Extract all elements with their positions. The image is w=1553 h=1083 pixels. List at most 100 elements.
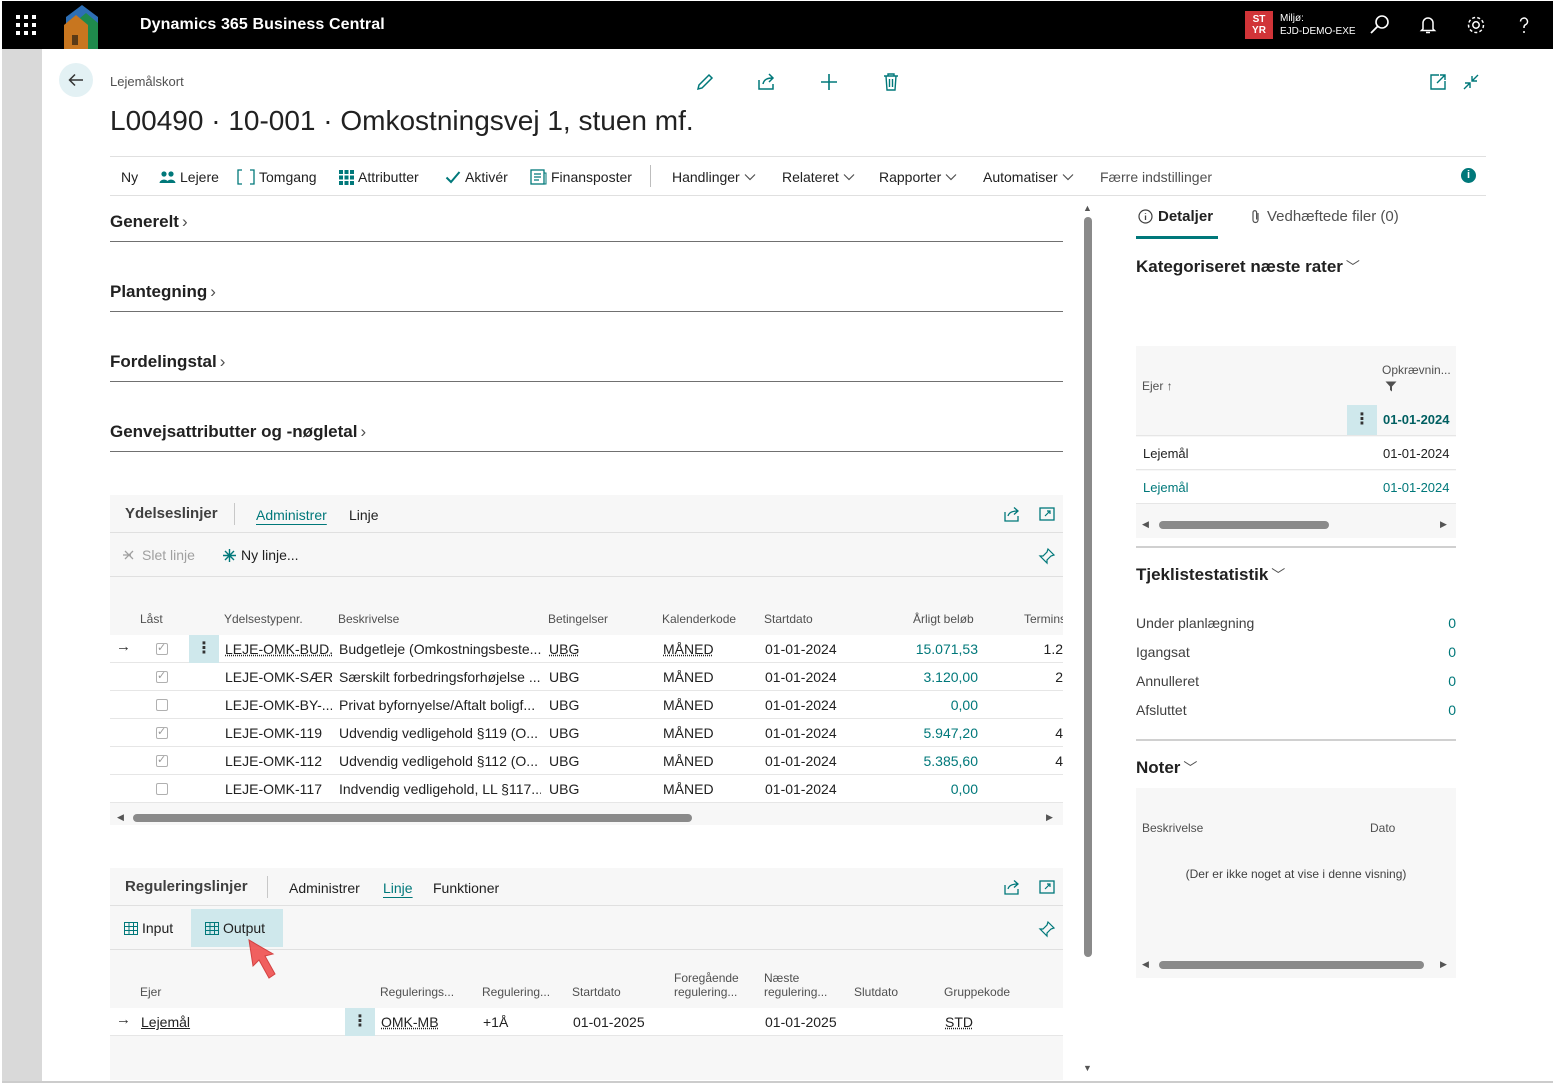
share-icon[interactable]	[756, 71, 778, 93]
tab-manage[interactable]: Administrer	[289, 880, 360, 896]
column-annual-amount[interactable]: Årligt beløb	[913, 612, 974, 626]
regulation-code-cell[interactable]: OMK-MB	[381, 1014, 461, 1030]
ledger-entries-action[interactable]: Finansposter	[530, 169, 632, 185]
owner-cell[interactable]: Lejemål	[141, 1014, 251, 1030]
locked-checkbox[interactable]	[156, 699, 168, 711]
pin-icon[interactable]	[1038, 547, 1056, 565]
table-row[interactable]: LEJE-OMK-SÆR... Særskilt forbedringsforhø…	[110, 663, 1063, 691]
automate-menu[interactable]: Automatiser	[983, 169, 1074, 185]
table-row[interactable]: LEJE-OMK-112 Udvendig vedligehold §112 (O…	[110, 747, 1063, 775]
search-icon[interactable]	[1368, 13, 1392, 37]
column-locked[interactable]: Låst	[140, 612, 163, 626]
column-term[interactable]: Termins	[1024, 612, 1063, 626]
locked-checkbox[interactable]	[156, 725, 168, 739]
scroll-down-icon[interactable]: ▼	[1083, 1063, 1092, 1073]
column-owner[interactable]: Ejer	[140, 985, 161, 999]
column-previous-regulation[interactable]: Foregående regulering...	[674, 971, 739, 999]
locked-checkbox[interactable]	[156, 783, 168, 795]
pin-icon[interactable]	[1038, 920, 1056, 938]
related-menu[interactable]: Relateret	[782, 169, 855, 185]
input-button[interactable]: Input	[124, 920, 173, 936]
scroll-thumb[interactable]	[133, 814, 692, 822]
group-code-cell[interactable]: STD	[945, 1014, 1005, 1030]
help-icon[interactable]	[1512, 13, 1536, 37]
scroll-right-icon[interactable]: ▶	[1440, 959, 1447, 970]
tab-details[interactable]: Detaljer	[1138, 208, 1213, 225]
tab-attachments[interactable]: Vedhæftede filer (0)	[1250, 208, 1399, 225]
tenants-action[interactable]: Lejere	[159, 169, 219, 185]
table-row[interactable]: LEJE-OMK-119 Udvendig vedligehold §119 (O…	[110, 719, 1063, 747]
main-vscroll[interactable]: ▲ ▼	[1083, 203, 1093, 1073]
tab-line[interactable]: Linje	[383, 880, 413, 896]
column-next-regulation[interactable]: Næste regulering...	[764, 971, 827, 999]
checklist-title[interactable]: Tjeklistestatistik ﹀	[1136, 565, 1285, 585]
table-row[interactable]: LEJE-OMK-117 Indvendig vedligehold, LL §1…	[110, 775, 1063, 803]
rate-row[interactable]: Lejemål 01-01-2024	[1136, 471, 1456, 504]
service-type-cell[interactable]: LEJE-OMK-BY-...	[225, 697, 332, 713]
locked-checkbox[interactable]	[156, 669, 168, 683]
locked-checkbox[interactable]	[156, 641, 168, 655]
scroll-left-icon[interactable]: ◀	[1142, 519, 1149, 530]
output-button[interactable]: Output	[205, 920, 265, 936]
share-icon[interactable]	[1003, 505, 1021, 523]
checklist-value[interactable]: 0	[1448, 644, 1456, 660]
activate-action[interactable]: Aktivér	[445, 169, 508, 185]
fewer-options-button[interactable]: Færre indstillinger	[1100, 169, 1212, 185]
column-calendar-code[interactable]: Kalenderkode	[662, 612, 736, 626]
rates-column-date[interactable]: Opkrævnin...	[1382, 363, 1451, 377]
row-menu-icon[interactable]: ⋮	[189, 635, 219, 663]
row-menu-icon[interactable]: ⋮	[345, 1008, 375, 1036]
fasttab-shortcut-attributes[interactable]: Genvejsattributter og -nøgletal ›	[110, 422, 1063, 452]
add-icon[interactable]	[818, 71, 840, 93]
scroll-left-icon[interactable]: ◀	[117, 812, 124, 823]
scroll-thumb[interactable]	[1159, 521, 1329, 529]
fasttab-general[interactable]: Generelt ›	[110, 212, 1063, 242]
scroll-thumb[interactable]	[1084, 217, 1092, 957]
rates-hscroll[interactable]: ◀ ▶	[1140, 517, 1452, 531]
share-icon[interactable]	[1003, 878, 1021, 896]
service-type-cell[interactable]: LEJE-OMK-BUD...	[225, 641, 332, 657]
column-conditions[interactable]: Betingelser	[548, 612, 608, 626]
notes-hscroll[interactable]: ◀ ▶	[1140, 957, 1452, 971]
edit-icon[interactable]	[694, 71, 716, 93]
attributes-action[interactable]: Attributter	[339, 169, 419, 185]
rate-row[interactable]: Lejemål 01-01-2024	[1136, 437, 1456, 470]
column-description[interactable]: Beskrivelse	[338, 612, 399, 626]
column-start-date[interactable]: Startdato	[572, 985, 621, 999]
rate-row[interactable]: ⋮ 01-01-2024	[1136, 403, 1456, 436]
service-type-cell[interactable]: LEJE-OMK-112	[225, 753, 332, 769]
column-regulation[interactable]: Regulering...	[482, 985, 550, 999]
delete-line-button[interactable]: Slet linje	[122, 547, 195, 563]
filter-icon[interactable]	[1385, 381, 1397, 392]
expand-icon[interactable]	[1038, 505, 1056, 523]
notes-column-description[interactable]: Beskrivelse	[1142, 821, 1203, 835]
bell-icon[interactable]	[1416, 13, 1440, 37]
table-row[interactable]: → ⋮ LEJE-OMK-BUD... Budgetleje (Omkostnings…	[110, 635, 1063, 663]
delete-icon[interactable]	[880, 71, 902, 93]
vacancy-action[interactable]: Tomgang	[237, 169, 317, 185]
scroll-thumb[interactable]	[1159, 961, 1424, 969]
expand-icon[interactable]	[1038, 878, 1056, 896]
table-row[interactable]: LEJE-OMK-BY-... Privat byfornyelse/Aftalt…	[110, 691, 1063, 719]
scroll-up-icon[interactable]: ▲	[1083, 203, 1092, 213]
tab-line[interactable]: Linje	[349, 507, 379, 523]
rates-title[interactable]: Kategoriseret næste rater ﹀	[1136, 257, 1360, 277]
service-type-cell[interactable]: LEJE-OMK-119	[225, 725, 332, 741]
column-end-date[interactable]: Slutdato	[854, 985, 898, 999]
column-service-type[interactable]: Ydelsestypenr.	[224, 612, 303, 626]
checklist-value[interactable]: 0	[1448, 615, 1456, 631]
reports-menu[interactable]: Rapporter	[879, 169, 957, 185]
scroll-right-icon[interactable]: ▶	[1046, 812, 1053, 823]
notes-title[interactable]: Noter ﹀	[1136, 758, 1197, 778]
column-start-date[interactable]: Startdato	[764, 612, 813, 626]
service-type-cell[interactable]: LEJE-OMK-SÆR...	[225, 669, 332, 685]
scroll-right-icon[interactable]: ▶	[1440, 519, 1447, 530]
scroll-left-icon[interactable]: ◀	[1142, 959, 1149, 970]
info-icon[interactable]: i	[1461, 168, 1476, 183]
new-action[interactable]: Ny	[121, 169, 138, 185]
tab-manage[interactable]: Administrer	[256, 507, 327, 523]
back-button[interactable]	[59, 63, 93, 97]
actions-menu[interactable]: Handlinger	[672, 169, 756, 185]
gear-icon[interactable]	[1464, 13, 1488, 37]
rates-column-owner[interactable]: Ejer ↑	[1142, 379, 1173, 393]
